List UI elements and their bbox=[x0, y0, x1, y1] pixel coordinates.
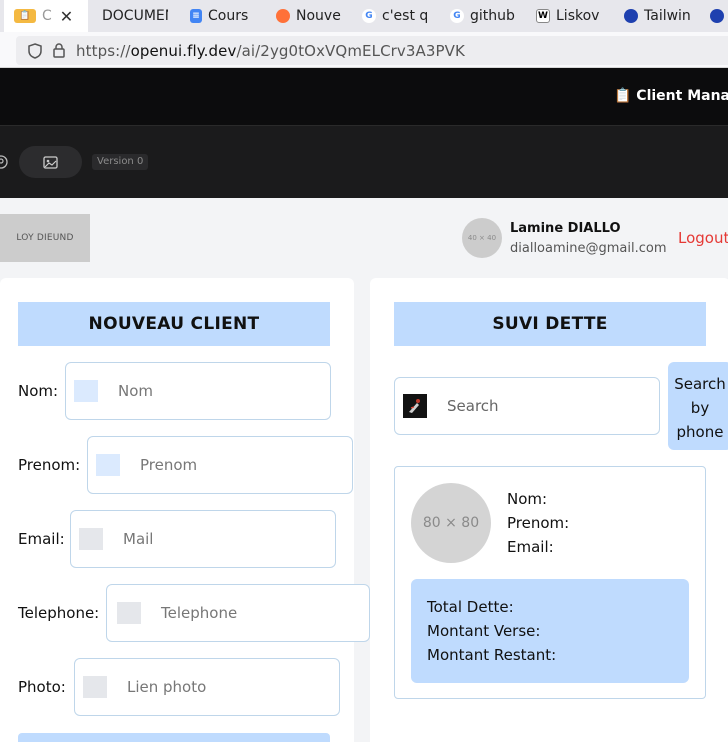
field-image-icon bbox=[96, 454, 120, 476]
tab-label: C bbox=[42, 8, 52, 24]
tab-label: github bbox=[470, 8, 515, 24]
photo-field[interactable]: Lien photo bbox=[74, 658, 340, 716]
tailwind-icon bbox=[624, 9, 638, 23]
user-name: Lamine DIALLO bbox=[510, 221, 621, 236]
field-label-prenom: Prenom: bbox=[18, 456, 81, 474]
field-image-icon bbox=[83, 676, 107, 698]
tab-tailwind[interactable]: Tailwin bbox=[624, 0, 696, 32]
tab-google-2[interactable]: G github bbox=[450, 0, 518, 32]
client-email-label: Email: bbox=[507, 538, 554, 556]
search-thumbnail-icon bbox=[403, 394, 427, 418]
app-title: 📋 Client Manage bbox=[614, 88, 728, 104]
field-placeholder: Nom bbox=[118, 382, 154, 400]
field-placeholder: Telephone bbox=[161, 604, 238, 622]
tab-label: DOCUMENT bbox=[102, 8, 168, 24]
field-placeholder: Prenom bbox=[140, 456, 198, 474]
browser-navbar: https://openui.fly.dev/ai/2yg0tOxVQmELCr… bbox=[0, 32, 728, 68]
tab-google-1[interactable]: G c'est q bbox=[362, 0, 430, 32]
google-icon: G bbox=[362, 9, 376, 23]
montant-verse-label: Montant Verse: bbox=[427, 622, 541, 640]
client-avatar: 80 × 80 bbox=[411, 483, 491, 563]
search-input[interactable]: Search bbox=[394, 377, 660, 435]
tab-overflow[interactable] bbox=[710, 0, 728, 32]
button-line: Search bbox=[674, 375, 726, 393]
tab-cours[interactable]: ≡ Cours bbox=[190, 0, 256, 32]
telephone-field[interactable]: Telephone bbox=[106, 584, 370, 642]
shield-icon[interactable] bbox=[26, 42, 44, 60]
tab-label: Liskov bbox=[556, 8, 600, 24]
firefox-icon bbox=[276, 9, 290, 23]
client-prenom-label: Prenom: bbox=[507, 514, 570, 532]
user-circle-icon[interactable] bbox=[0, 154, 8, 169]
tab-label: c'est q bbox=[382, 8, 429, 24]
avatar: 40 × 40 bbox=[462, 218, 502, 258]
logout-link[interactable]: Logout bbox=[678, 229, 728, 247]
logo: LOY DIEUND bbox=[0, 214, 90, 262]
close-icon[interactable]: ✕ bbox=[60, 7, 73, 26]
field-label-nom: Nom: bbox=[18, 382, 59, 400]
tab-wikipedia[interactable]: W Liskov bbox=[536, 0, 604, 32]
tab-nouveau[interactable]: Nouve bbox=[276, 0, 344, 32]
montant-restant-label: Montant Restant: bbox=[427, 646, 557, 664]
app-header: 📋 Client Manage bbox=[0, 68, 728, 126]
debt-tracking-title: SUVI DETTE bbox=[394, 302, 706, 346]
field-label-email: Email: bbox=[18, 530, 65, 548]
total-dette-label: Total Dette: bbox=[427, 598, 514, 616]
url-text: https://openui.fly.dev/ai/2yg0tOxVQmELCr… bbox=[76, 41, 465, 60]
version-badge[interactable]: Version 0 bbox=[92, 154, 149, 170]
field-label-telephone: Telephone: bbox=[18, 604, 100, 622]
lock-icon[interactable] bbox=[50, 42, 68, 60]
client-nom-label: Nom: bbox=[507, 490, 548, 508]
search-placeholder: Search bbox=[447, 397, 499, 415]
browser-tab-bar: 📋 C ✕ DOCUMENT ≡ Cours Nouve G c'est q G… bbox=[0, 0, 728, 32]
image-icon bbox=[43, 155, 58, 169]
tab-active[interactable]: 📋 C ✕ bbox=[4, 0, 88, 32]
prenom-field[interactable]: Prenom bbox=[87, 436, 353, 494]
field-placeholder: Lien photo bbox=[127, 678, 207, 696]
field-image-icon bbox=[74, 380, 98, 402]
field-label-photo: Photo: bbox=[18, 678, 66, 696]
email-field[interactable]: Mail bbox=[70, 510, 336, 568]
tab-label: Nouve bbox=[296, 8, 341, 24]
tailwind-icon bbox=[710, 9, 724, 23]
app-clipboard-icon: 📋 bbox=[14, 9, 36, 23]
user-email: dialloamine@gmail.com bbox=[510, 241, 667, 256]
button-line: phone bbox=[676, 423, 724, 441]
wikipedia-icon: W bbox=[536, 9, 550, 23]
tab-label: Tailwin bbox=[644, 8, 691, 24]
submit-button[interactable] bbox=[18, 733, 330, 742]
image-upload-button[interactable] bbox=[19, 146, 82, 178]
tab-label: Cours bbox=[208, 8, 249, 24]
field-image-icon bbox=[79, 528, 103, 550]
new-client-title: NOUVEAU CLIENT bbox=[18, 302, 330, 346]
field-placeholder: Mail bbox=[123, 530, 154, 548]
field-image-icon bbox=[117, 602, 141, 624]
button-line: by bbox=[690, 399, 710, 417]
search-by-phone-button[interactable]: Search by phone bbox=[668, 362, 728, 450]
nom-field[interactable]: Nom bbox=[65, 362, 331, 420]
url-bar[interactable]: https://openui.fly.dev/ai/2yg0tOxVQmELCr… bbox=[16, 36, 728, 65]
google-docs-icon: ≡ bbox=[190, 9, 202, 23]
google-icon: G bbox=[450, 9, 464, 23]
tab-document[interactable]: DOCUMENT bbox=[102, 0, 168, 32]
